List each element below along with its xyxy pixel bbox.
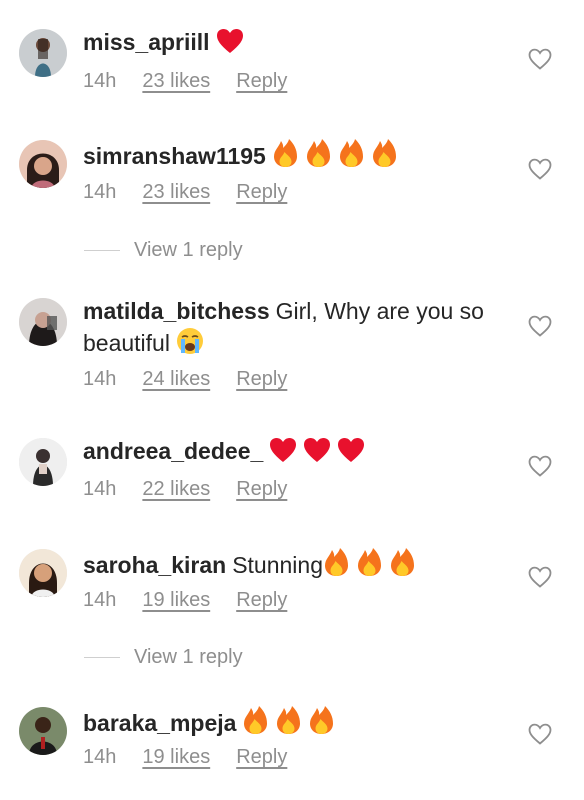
fire-emoji xyxy=(272,138,299,168)
fire-emoji xyxy=(308,705,335,735)
heart-outline-icon[interactable] xyxy=(527,47,553,71)
likes-count-link[interactable]: 19 likes xyxy=(142,746,210,769)
likes-count-link[interactable]: 19 likes xyxy=(142,589,210,612)
view-replies-label: View 1 reply xyxy=(134,646,243,668)
reply-link[interactable]: Reply xyxy=(236,589,287,612)
reply-link[interactable]: Reply xyxy=(236,70,287,93)
comment-text: baraka_mpeja xyxy=(83,705,493,739)
comment-time: 14h xyxy=(83,368,117,390)
comment-username[interactable]: saroha_kiran xyxy=(83,552,226,578)
fire-emoji xyxy=(242,705,269,735)
comment-time: 14h xyxy=(83,589,117,611)
heart-outline-icon[interactable] xyxy=(527,157,553,181)
avatar[interactable] xyxy=(19,140,67,188)
comment-time: 14h xyxy=(83,746,117,768)
reply-link[interactable]: Reply xyxy=(236,746,287,769)
comment-text: andreea_dedee_ xyxy=(83,436,493,467)
comment-username[interactable]: miss_apriill xyxy=(83,29,210,55)
reply-link[interactable]: Reply xyxy=(236,181,287,204)
red-heart-emoji xyxy=(269,437,297,463)
heart-outline-icon[interactable] xyxy=(527,314,553,338)
comment-meta: 14h 22 likes Reply xyxy=(83,478,287,501)
heart-outline-icon[interactable] xyxy=(527,722,553,746)
avatar[interactable] xyxy=(19,438,67,486)
comment-time: 14h xyxy=(83,70,117,92)
view-replies-link[interactable]: View 1 reply xyxy=(84,646,243,669)
comment-text: miss_apriill xyxy=(83,27,493,58)
comment-text: simranshaw1195 xyxy=(83,138,493,172)
comment-meta: 14h 24 likes Reply xyxy=(83,368,287,391)
reply-link[interactable]: Reply xyxy=(236,368,287,391)
red-heart-emoji xyxy=(303,437,331,463)
crying-face-emoji xyxy=(176,327,204,355)
likes-count-link[interactable]: 23 likes xyxy=(142,181,210,204)
fire-emoji xyxy=(371,138,398,168)
comment-time: 14h xyxy=(83,478,117,500)
likes-count-link[interactable]: 24 likes xyxy=(142,368,210,391)
comment-time: 14h xyxy=(83,181,117,203)
comment-meta: 14h 23 likes Reply xyxy=(83,70,287,93)
fire-emoji xyxy=(338,138,365,168)
fire-emoji xyxy=(323,547,350,577)
likes-count-link[interactable]: 22 likes xyxy=(142,478,210,501)
comment-meta: 14h 19 likes Reply xyxy=(83,589,287,612)
view-replies-link[interactable]: View 1 reply xyxy=(84,239,243,262)
comment-text: matilda_bitchess Girl, Why are you so bea… xyxy=(83,296,493,359)
fire-emoji xyxy=(356,547,383,577)
comment-username[interactable]: matilda_bitchess xyxy=(83,298,270,324)
comment-username[interactable]: andreea_dedee_ xyxy=(83,438,263,464)
avatar[interactable] xyxy=(19,707,67,755)
red-heart-emoji xyxy=(216,28,244,54)
comment-body: Stunning xyxy=(232,552,324,578)
avatar[interactable] xyxy=(19,298,67,346)
avatar[interactable] xyxy=(19,549,67,597)
heart-outline-icon[interactable] xyxy=(527,565,553,589)
comment-text: saroha_kiran Stunning xyxy=(83,547,493,581)
fire-emoji xyxy=(275,705,302,735)
likes-count-link[interactable]: 23 likes xyxy=(142,70,210,93)
divider xyxy=(84,250,120,252)
fire-emoji xyxy=(305,138,332,168)
red-heart-emoji xyxy=(337,437,365,463)
comment-meta: 14h 23 likes Reply xyxy=(83,181,287,204)
view-replies-label: View 1 reply xyxy=(134,239,243,261)
divider xyxy=(84,657,120,659)
heart-outline-icon[interactable] xyxy=(527,454,553,478)
fire-emoji xyxy=(389,547,416,577)
reply-link[interactable]: Reply xyxy=(236,478,287,501)
avatar[interactable] xyxy=(19,29,67,77)
comment-meta: 14h 19 likes Reply xyxy=(83,746,287,769)
comment-username[interactable]: simranshaw1195 xyxy=(83,143,266,169)
comment-username[interactable]: baraka_mpeja xyxy=(83,710,236,736)
